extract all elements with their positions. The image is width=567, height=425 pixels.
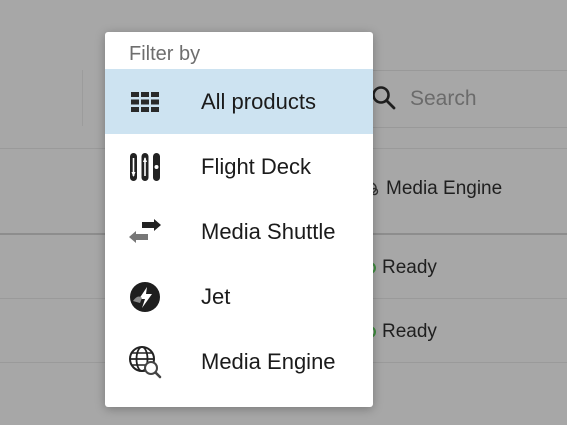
filter-option-label: Media Engine <box>201 348 336 374</box>
media-engine-icon <box>128 345 162 379</box>
status-cell: Ready <box>364 257 437 279</box>
status-text: Ready <box>382 321 437 342</box>
filter-menu-header: Filter by <box>129 43 201 65</box>
filter-option-media-shuttle[interactable]: Media Shuttle <box>105 199 373 264</box>
filter-option-label: Flight Deck <box>201 153 312 179</box>
product-name: Media Engine <box>386 178 503 199</box>
filter-menu: Filter by All products Flight Deck Media… <box>105 32 373 407</box>
jet-icon <box>128 280 162 314</box>
filter-option-media-engine[interactable]: Media Engine <box>105 329 373 394</box>
flight-deck-icon <box>128 150 162 184</box>
product-cell: Media Engine <box>364 178 502 200</box>
column-divider <box>82 70 83 126</box>
filter-option-all-products[interactable]: All products <box>105 69 373 134</box>
status-text: Ready <box>382 257 437 278</box>
filter-option-label: Media Shuttle <box>201 218 336 244</box>
search-input[interactable] <box>408 84 562 114</box>
filter-option-jet[interactable]: Jet <box>105 264 373 329</box>
filter-option-label: Jet <box>201 283 231 309</box>
filter-option-label: All products <box>201 88 316 114</box>
status-cell: Ready <box>364 321 437 343</box>
search-icon[interactable] <box>370 84 398 112</box>
media-shuttle-icon <box>128 215 162 249</box>
grid-icon <box>128 85 162 119</box>
filter-option-flight-deck[interactable]: Flight Deck <box>105 134 373 199</box>
